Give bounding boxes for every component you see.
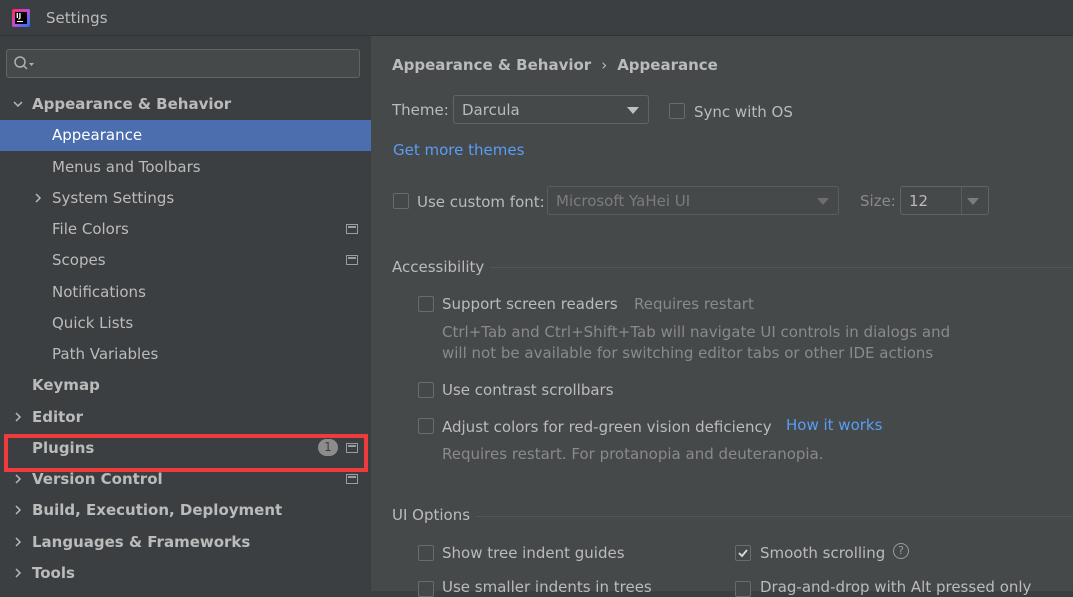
sidebar-item-tools[interactable]: Tools (0, 558, 371, 589)
sidebar-item-label: Editor (32, 408, 83, 426)
font-size-divider (961, 187, 962, 214)
sidebar-item-label: Languages & Frameworks (32, 533, 251, 551)
sidebar-item-label: Quick Lists (52, 314, 134, 332)
theme-dropdown[interactable]: Darcula (453, 95, 649, 124)
title-bar: IJ Settings (0, 0, 1073, 36)
sidebar-item-system-settings[interactable]: System Settings (0, 183, 371, 214)
chevron-right-icon[interactable] (12, 504, 24, 516)
chevron-right-icon[interactable] (12, 536, 24, 548)
sidebar-item-path-variables[interactable]: Path Variables (0, 339, 371, 370)
contrast-scrollbars-label: Use contrast scrollbars (442, 381, 614, 399)
sidebar-item-label: Tools (32, 564, 75, 582)
sidebar-item-languages-frameworks[interactable]: Languages & Frameworks (0, 527, 371, 558)
screen-readers-desc-line2: will not be available for switching edit… (442, 344, 934, 362)
project-level-icon (346, 255, 358, 265)
red-green-desc: Requires restart. For protanopia and deu… (442, 445, 824, 463)
breadcrumb-item-appearance-behavior[interactable]: Appearance & Behavior (392, 56, 591, 74)
sidebar-item-appearance[interactable]: Appearance (0, 120, 371, 151)
search-input[interactable] (37, 52, 359, 76)
font-dropdown[interactable]: Microsoft YaHei UI (547, 186, 839, 215)
chevron-down-icon (627, 107, 639, 114)
red-green-label: Adjust colors for red-green vision defic… (442, 418, 772, 436)
help-icon[interactable]: ? (893, 543, 909, 559)
window-title: Settings (46, 9, 108, 27)
checkmark-icon (738, 549, 748, 558)
sidebar-item-notifications[interactable]: Notifications (0, 277, 371, 308)
smooth-scrolling-label: Smooth scrolling (760, 544, 886, 562)
search-icon (14, 56, 34, 70)
red-green-checkbox[interactable] (418, 418, 434, 434)
drag-drop-alt-checkbox[interactable] (735, 581, 751, 597)
theme-label: Theme: (392, 101, 449, 119)
sidebar-item-scopes[interactable]: Scopes (0, 245, 371, 276)
settings-search-box[interactable] (6, 49, 360, 78)
sidebar-item-label: Version Control (32, 470, 163, 488)
breadcrumb-item-appearance: Appearance (617, 56, 718, 74)
sidebar-item-label: Scopes (52, 251, 106, 269)
smooth-scrolling-checkbox[interactable] (735, 545, 751, 561)
custom-font-checkbox[interactable] (393, 193, 409, 209)
sidebar-item-label: Notifications (52, 283, 146, 301)
chevron-right-icon[interactable] (12, 473, 24, 485)
section-divider (490, 267, 1073, 268)
screen-readers-desc-line1: Ctrl+Tab and Ctrl+Shift+Tab will navigat… (442, 323, 951, 341)
sidebar-item-editor[interactable]: Editor (0, 402, 371, 433)
settings-content: Appearance & Behavior › Appearance Theme: … (371, 36, 1073, 597)
get-more-themes-link[interactable]: Get more themes (393, 141, 524, 159)
sidebar-item-keymap[interactable]: Keymap (0, 370, 371, 401)
sidebar-item-file-colors[interactable]: File Colors (0, 214, 371, 245)
theme-value: Darcula (462, 101, 520, 119)
sidebar-item-label: Appearance (52, 126, 143, 144)
font-size-field[interactable]: 12 (900, 186, 989, 215)
contrast-scrollbars-checkbox[interactable] (418, 382, 434, 398)
chevron-down-icon[interactable] (967, 198, 979, 205)
sidebar-item-appearance-behavior[interactable]: Appearance & Behavior (0, 89, 371, 120)
ui-options-header: UI Options (392, 506, 471, 524)
tree-indent-guides-label: Show tree indent guides (442, 544, 625, 562)
sidebar-item-label: Menus and Toolbars (52, 158, 201, 176)
smaller-indents-checkbox[interactable] (418, 581, 434, 597)
breadcrumb: Appearance & Behavior › Appearance (392, 56, 718, 74)
how-it-works-link[interactable]: How it works (786, 416, 882, 434)
plugins-highlight-box (4, 434, 368, 472)
font-size-label: Size: (860, 192, 896, 210)
project-level-icon (346, 474, 358, 484)
drag-drop-alt-label: Drag-and-drop with Alt pressed only (760, 578, 1032, 596)
sync-with-os-label: Sync with OS (694, 103, 793, 121)
chevron-down-icon[interactable] (12, 98, 24, 110)
chevron-down-icon (817, 198, 829, 205)
screen-readers-note: Requires restart (634, 295, 754, 313)
settings-sidebar: Appearance & Behavior Appearance Menus and… (0, 36, 371, 591)
screen-readers-checkbox[interactable] (418, 296, 434, 312)
screen-readers-label: Support screen readers (442, 295, 618, 313)
accessibility-header: Accessibility (392, 258, 485, 276)
sidebar-item-label: Appearance & Behavior (32, 95, 232, 113)
intellij-logo-icon: IJ (12, 9, 30, 27)
tree-indent-guides-checkbox[interactable] (418, 545, 434, 561)
custom-font-label: Use custom font: (417, 193, 545, 211)
chevron-right-icon[interactable] (32, 192, 44, 204)
sidebar-item-label: Build, Execution, Deployment (32, 501, 283, 519)
sidebar-item-label: System Settings (52, 189, 175, 207)
chevron-right-icon[interactable] (12, 411, 24, 423)
project-level-icon (346, 224, 358, 234)
sidebar-item-label: File Colors (52, 220, 129, 238)
chevron-right-icon[interactable] (12, 567, 24, 579)
sidebar-item-build-execution-deployment[interactable]: Build, Execution, Deployment (0, 495, 371, 526)
font-size-value: 12 (909, 192, 929, 210)
sidebar-item-label: Keymap (32, 376, 100, 394)
breadcrumb-separator: › (601, 56, 608, 74)
font-value: Microsoft YaHei UI (556, 192, 691, 210)
sidebar-item-menus-and-toolbars[interactable]: Menus and Toolbars (0, 152, 371, 183)
sidebar-item-label: Path Variables (52, 345, 159, 363)
sync-with-os-checkbox[interactable] (669, 103, 685, 119)
sidebar-item-quick-lists[interactable]: Quick Lists (0, 308, 371, 339)
section-divider (476, 516, 1073, 517)
smaller-indents-label: Use smaller indents in trees (442, 578, 652, 596)
